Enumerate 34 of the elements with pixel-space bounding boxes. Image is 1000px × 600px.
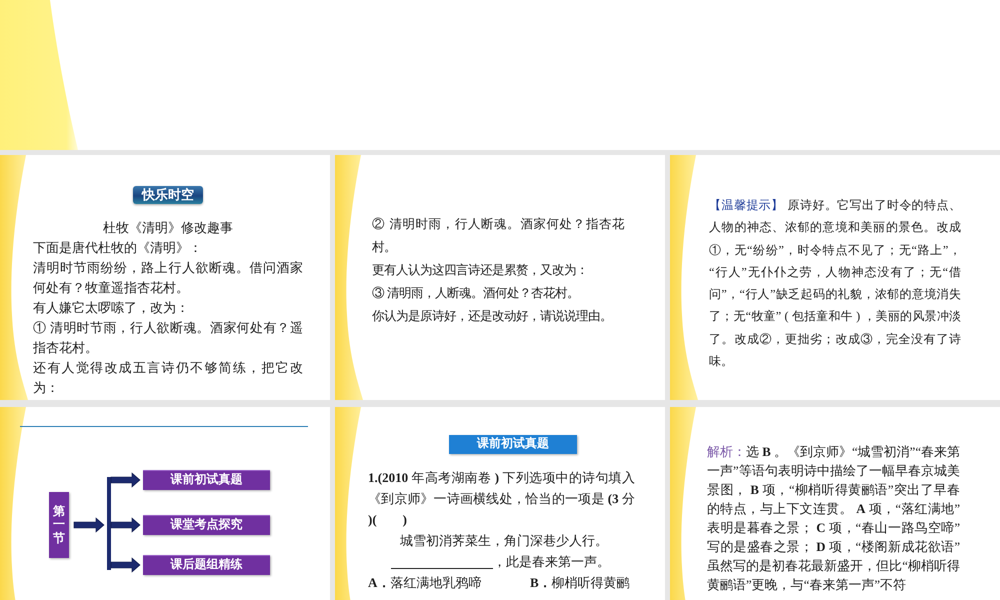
connector-arrow (110, 557, 140, 573)
slide-thumbnail[interactable]: 第一节 课前初试真题 课堂考点探究 课后题组精练 (0, 407, 330, 600)
section-badge: 快乐时空 (133, 186, 203, 204)
text-paragraph: 还有人觉得改成五言诗仍不够简练，把它改为： (33, 359, 303, 397)
text-paragraph: ② 清明时雨，行人断魂。酒家何处？指杏花村。 (372, 216, 624, 256)
question-text: 1.(2010 年高考湖南卷 ) 下列选项中的诗句填入《到京师》一诗画横线处，恰当的一项是 (3 分 )( ) (368, 469, 635, 529)
poem-line: 城雪初消荠菜生，角门深巷少人行。 (399, 532, 609, 550)
answer-option: A．落红满地乳鸦啼 (368, 572, 530, 593)
text-paragraph: 清明时节雨纷纷，路上行人欲断魂。借问酒家何处有？牧童遥指杏花村。 (33, 259, 303, 297)
answer-option: B．柳梢听得黄鹂 (530, 572, 635, 593)
topic-card: 课后题组精练 (143, 555, 270, 575)
article-title: 杜牧《清明》修改趣事 (102, 219, 234, 237)
section-banner: 课前初试真题 (449, 435, 577, 454)
topic-card: 课堂考点探究 (143, 515, 270, 535)
slide-preview[interactable] (0, 0, 1000, 150)
connector-arrow (110, 472, 140, 488)
text-paragraph: ③ 清明雨，人断魂。酒何处？杏花村。 (372, 285, 580, 302)
slide-thumbnail[interactable]: 快乐时空 杜牧《清明》修改趣事 下面是唐代杜牧的《清明》： 清明时节雨纷纷，路上行人欲断魂。借问酒家何处有？牧童遥指杏花村。 有人嫌它太啰嗦了，改为： ① 清明时节雨，行人欲断魂。酒家何处有？遥指杏花村。 还有人觉得改成五言诗仍不够简练，把它改为： (0, 155, 330, 400)
text-paragraph: 下面是唐代杜牧的《清明》： (33, 239, 203, 257)
slide-thumbnail[interactable]: ② 清明时雨，行人断魂。酒家何处？指杏花村。 更有人认为这四言诗还是累赘，又改为： ③ 清明雨，人断魂。酒何处？杏花村。 你认为是原诗好，还是改动好，请说说理由。 (335, 155, 665, 400)
slide-thumbnail[interactable]: 解析：选 B 。《到京师》“城雪初消”“春来第一声”等语句表明诗中描绘了一幅早春京城美景图， B 项，“柳梢听得黄鹂语”突出了早春的特点，与上下文连贯。 A 项，“落红满地”表明是暮春之景； C 项，“春山一路鸟空啼”写的是盛春之景； D 项，“楼阁新成花欲语”虽然写的是初春花最新盛开，但比“柳梢听得黄鹂语”更晚，与“春来第一声”不符 (670, 407, 1000, 600)
slide-thumbnail[interactable]: 【温馨提示】 原诗好。它写出了时令的特点、人物的神态、浓郁的意境和美丽的景色。改成①，无“纷纷”，时令特点不见了；无“路上”，“行人”无仆仆之劳，人物神态没有了；无“借问”，“行人”缺乏起码的礼貌，浓郁的意境消失了；无“牧童” ( 包括童和牛 ) ，美丽的风景冲淡了。改成②，更拙劣；改成③，完全没有了诗味。 (670, 155, 1000, 400)
text-paragraph: 你认为是原诗好，还是改动好，请说说理由。 (372, 308, 613, 325)
text-paragraph: 更有人认为这四言诗还是累赘，又改为： (372, 262, 589, 279)
tip-paragraph: 【温馨提示】 原诗好。它写出了时令的特点、人物的神态、浓郁的意境和美丽的景色。改成①，无“纷纷”，时令特点不见了；无“路上”，“行人”无仆仆之劳，人物神态没有了；无“借问”，“行人”缺乏起码的礼貌，浓郁的意境消失了；无“牧童” ( 包括童和牛 ) ，美丽的风景冲淡了。改成②，更拙劣；改成③，完全没有了诗味。 (709, 197, 961, 370)
slide-thumbnail[interactable]: 课前初试真题 1.(2010 年高考湖南卷 ) 下列选项中的诗句填入《到京师》一诗画横线处，恰当的一项是 (3 分 )( ) 城雪初消荠菜生，角门深巷少人行。 ，此是春来第一声。 A．落红满地乳鸦啼 B．柳梢听得黄鹂 (335, 407, 665, 600)
connector-arrow (110, 517, 140, 533)
analysis-paragraph: 解析：选 B 。《到京师》“城雪初消”“春来第一声”等语句表明诗中描绘了一幅早春京城美景图， B 项，“柳梢听得黄鹂语”突出了早春的特点，与上下文连贯。 A 项，“落红满地”表明是暮春之景； C 项，“春山一路鸟空啼”写的是盛春之景； D 项，“楼阁新成花欲语”虽然写的是初春花最新盛开，但比“柳梢听得黄鹂语”更晚，与“春来第一声”不符 (707, 444, 960, 594)
topic-card: 课前初试真题 (143, 470, 270, 490)
poem-line: ，此是春来第一声。 (493, 554, 610, 569)
connector-arrow (74, 517, 104, 533)
text-paragraph: 有人嫌它太啰嗦了，改为： (33, 299, 190, 317)
text-paragraph: ① 清明时节雨，行人欲断魂。酒家何处有？遥指杏花村。 (33, 319, 303, 357)
chapter-card: 第一节 (49, 492, 69, 558)
